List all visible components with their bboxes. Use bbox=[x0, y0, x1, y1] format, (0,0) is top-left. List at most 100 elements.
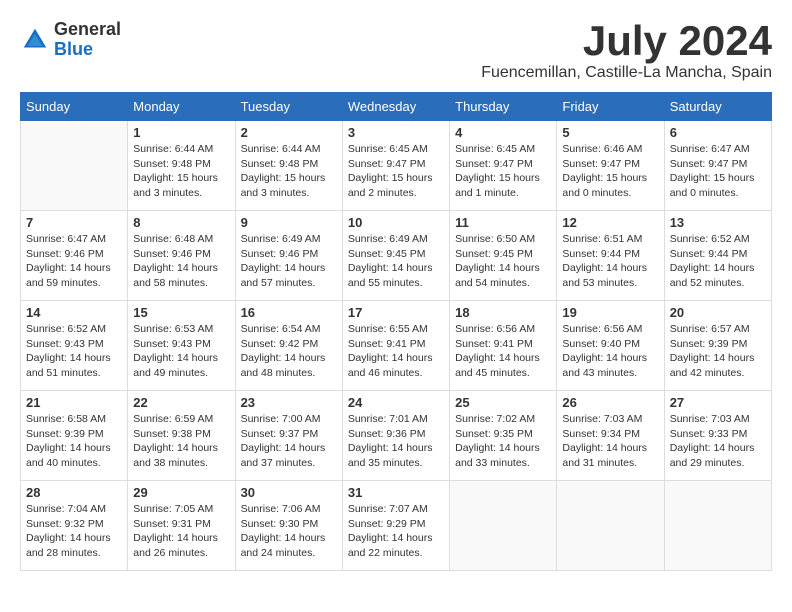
day-info: Sunrise: 6:47 AMSunset: 9:47 PMDaylight:… bbox=[670, 142, 766, 201]
day-info: Sunrise: 7:00 AMSunset: 9:37 PMDaylight:… bbox=[241, 412, 337, 471]
calendar-cell: 30Sunrise: 7:06 AMSunset: 9:30 PMDayligh… bbox=[235, 481, 342, 571]
day-number: 7 bbox=[26, 215, 122, 230]
calendar-cell: 31 Sunrise: 7:07 AMSunset: 9:29 PMDayligh… bbox=[342, 481, 449, 571]
calendar-cell: 7 Sunrise: 6:47 AMSunset: 9:46 PMDaylight… bbox=[21, 211, 128, 301]
logo-text: General Blue bbox=[54, 20, 121, 60]
day-number: 9 bbox=[241, 215, 337, 230]
day-number: 14 bbox=[26, 305, 122, 320]
calendar-week-row: 14 Sunrise: 6:52 AMSunset: 9:43 PMDayligh… bbox=[21, 301, 772, 391]
calendar-cell: 28 Sunrise: 7:04 AMSunset: 9:32 PMDayligh… bbox=[21, 481, 128, 571]
day-number: 15 bbox=[133, 305, 229, 320]
calendar-cell: 4 Sunrise: 6:45 AMSunset: 9:47 PMDaylight… bbox=[450, 121, 557, 211]
weekday-header-tuesday: Tuesday bbox=[235, 93, 342, 121]
day-number: 24 bbox=[348, 395, 444, 410]
day-number: 10 bbox=[348, 215, 444, 230]
calendar-cell: 12 Sunrise: 6:51 AMSunset: 9:44 PMDayligh… bbox=[557, 211, 664, 301]
calendar-cell: 24 Sunrise: 7:01 AMSunset: 9:36 PMDayligh… bbox=[342, 391, 449, 481]
calendar-cell: 18 Sunrise: 6:56 AMSunset: 9:41 PMDayligh… bbox=[450, 301, 557, 391]
page-header: General Blue July 2024 Fuencemillan, Cas… bbox=[20, 20, 772, 82]
weekday-header-friday: Friday bbox=[557, 93, 664, 121]
day-info: Sunrise: 6:45 AMSunset: 9:47 PMDaylight:… bbox=[348, 142, 444, 201]
logo-icon bbox=[20, 25, 50, 55]
day-info: Sunrise: 6:44 AMSunset: 9:48 PMDaylight:… bbox=[241, 142, 337, 201]
day-info: Sunrise: 6:51 AMSunset: 9:44 PMDaylight:… bbox=[562, 232, 658, 291]
logo-general-text: General bbox=[54, 20, 121, 40]
calendar-cell: 2 Sunrise: 6:44 AMSunset: 9:48 PMDaylight… bbox=[235, 121, 342, 211]
day-info: Sunrise: 6:52 AMSunset: 9:43 PMDaylight:… bbox=[26, 322, 122, 381]
day-number: 6 bbox=[670, 125, 766, 140]
calendar-cell: 21 Sunrise: 6:58 AMSunset: 9:39 PMDayligh… bbox=[21, 391, 128, 481]
day-info: Sunrise: 7:04 AMSunset: 9:32 PMDaylight:… bbox=[26, 502, 122, 561]
day-number: 2 bbox=[241, 125, 337, 140]
day-number: 3 bbox=[348, 125, 444, 140]
day-number: 13 bbox=[670, 215, 766, 230]
calendar-cell: 8Sunrise: 6:48 AMSunset: 9:46 PMDaylight… bbox=[128, 211, 235, 301]
calendar-cell: 22 Sunrise: 6:59 AMSunset: 9:38 PMDayligh… bbox=[128, 391, 235, 481]
month-title: July 2024 bbox=[481, 20, 772, 62]
day-info: Sunrise: 7:05 AMSunset: 9:31 PMDaylight:… bbox=[133, 502, 229, 561]
logo-blue-text: Blue bbox=[54, 40, 121, 60]
day-info: Sunrise: 6:48 AMSunset: 9:46 PMDaylight:… bbox=[133, 232, 229, 291]
day-number: 27 bbox=[670, 395, 766, 410]
calendar-cell: 5 Sunrise: 6:46 AMSunset: 9:47 PMDaylight… bbox=[557, 121, 664, 211]
calendar-cell: 3 Sunrise: 6:45 AMSunset: 9:47 PMDaylight… bbox=[342, 121, 449, 211]
calendar-cell: 27 Sunrise: 7:03 AMSunset: 9:33 PMDayligh… bbox=[664, 391, 771, 481]
day-number: 5 bbox=[562, 125, 658, 140]
calendar-week-row: 1 Sunrise: 6:44 AMSunset: 9:48 PMDaylight… bbox=[21, 121, 772, 211]
calendar-cell: 20 Sunrise: 6:57 AMSunset: 9:39 PMDayligh… bbox=[664, 301, 771, 391]
day-info: Sunrise: 6:55 AMSunset: 9:41 PMDaylight:… bbox=[348, 322, 444, 381]
day-number: 21 bbox=[26, 395, 122, 410]
day-number: 1 bbox=[133, 125, 229, 140]
calendar-cell bbox=[664, 481, 771, 571]
day-number: 12 bbox=[562, 215, 658, 230]
calendar-cell: 6 Sunrise: 6:47 AMSunset: 9:47 PMDaylight… bbox=[664, 121, 771, 211]
day-info: Sunrise: 6:50 AMSunset: 9:45 PMDaylight:… bbox=[455, 232, 551, 291]
calendar-cell: 23Sunrise: 7:00 AMSunset: 9:37 PMDayligh… bbox=[235, 391, 342, 481]
calendar-cell: 13 Sunrise: 6:52 AMSunset: 9:44 PMDayligh… bbox=[664, 211, 771, 301]
logo: General Blue bbox=[20, 20, 121, 60]
day-info: Sunrise: 7:01 AMSunset: 9:36 PMDaylight:… bbox=[348, 412, 444, 471]
weekday-header-sunday: Sunday bbox=[21, 93, 128, 121]
day-info: Sunrise: 7:06 AMSunset: 9:30 PMDaylight:… bbox=[241, 502, 337, 561]
day-info: Sunrise: 6:59 AMSunset: 9:38 PMDaylight:… bbox=[133, 412, 229, 471]
day-info: Sunrise: 6:46 AMSunset: 9:47 PMDaylight:… bbox=[562, 142, 658, 201]
day-info: Sunrise: 7:03 AMSunset: 9:34 PMDaylight:… bbox=[562, 412, 658, 471]
day-info: Sunrise: 6:47 AMSunset: 9:46 PMDaylight:… bbox=[26, 232, 122, 291]
day-info: Sunrise: 7:07 AMSunset: 9:29 PMDaylight:… bbox=[348, 502, 444, 561]
day-info: Sunrise: 6:56 AMSunset: 9:40 PMDaylight:… bbox=[562, 322, 658, 381]
day-number: 18 bbox=[455, 305, 551, 320]
day-number: 29 bbox=[133, 485, 229, 500]
day-info: Sunrise: 6:56 AMSunset: 9:41 PMDaylight:… bbox=[455, 322, 551, 381]
day-info: Sunrise: 7:02 AMSunset: 9:35 PMDaylight:… bbox=[455, 412, 551, 471]
weekday-header-monday: Monday bbox=[128, 93, 235, 121]
calendar-cell: 17Sunrise: 6:55 AMSunset: 9:41 PMDayligh… bbox=[342, 301, 449, 391]
day-number: 11 bbox=[455, 215, 551, 230]
calendar-week-row: 28 Sunrise: 7:04 AMSunset: 9:32 PMDayligh… bbox=[21, 481, 772, 571]
day-number: 20 bbox=[670, 305, 766, 320]
day-number: 31 bbox=[348, 485, 444, 500]
calendar-cell: 26Sunrise: 7:03 AMSunset: 9:34 PMDayligh… bbox=[557, 391, 664, 481]
day-info: Sunrise: 6:58 AMSunset: 9:39 PMDaylight:… bbox=[26, 412, 122, 471]
calendar-cell: 25Sunrise: 7:02 AMSunset: 9:35 PMDayligh… bbox=[450, 391, 557, 481]
day-info: Sunrise: 6:57 AMSunset: 9:39 PMDaylight:… bbox=[670, 322, 766, 381]
calendar-week-row: 21 Sunrise: 6:58 AMSunset: 9:39 PMDayligh… bbox=[21, 391, 772, 481]
day-number: 28 bbox=[26, 485, 122, 500]
calendar-cell: 15Sunrise: 6:53 AMSunset: 9:43 PMDayligh… bbox=[128, 301, 235, 391]
day-number: 4 bbox=[455, 125, 551, 140]
day-info: Sunrise: 6:45 AMSunset: 9:47 PMDaylight:… bbox=[455, 142, 551, 201]
calendar-cell: 9 Sunrise: 6:49 AMSunset: 9:46 PMDaylight… bbox=[235, 211, 342, 301]
day-info: Sunrise: 6:49 AMSunset: 9:46 PMDaylight:… bbox=[241, 232, 337, 291]
day-number: 22 bbox=[133, 395, 229, 410]
calendar-cell: 11 Sunrise: 6:50 AMSunset: 9:45 PMDayligh… bbox=[450, 211, 557, 301]
day-info: Sunrise: 6:44 AMSunset: 9:48 PMDaylight:… bbox=[133, 142, 229, 201]
weekday-header-wednesday: Wednesday bbox=[342, 93, 449, 121]
calendar-cell bbox=[557, 481, 664, 571]
calendar-cell: 14 Sunrise: 6:52 AMSunset: 9:43 PMDayligh… bbox=[21, 301, 128, 391]
day-info: Sunrise: 6:52 AMSunset: 9:44 PMDaylight:… bbox=[670, 232, 766, 291]
day-info: Sunrise: 6:54 AMSunset: 9:42 PMDaylight:… bbox=[241, 322, 337, 381]
title-area: July 2024 Fuencemillan, Castille-La Manc… bbox=[481, 20, 772, 82]
day-info: Sunrise: 7:03 AMSunset: 9:33 PMDaylight:… bbox=[670, 412, 766, 471]
day-number: 16 bbox=[241, 305, 337, 320]
calendar-cell: 10Sunrise: 6:49 AMSunset: 9:45 PMDayligh… bbox=[342, 211, 449, 301]
calendar-table: SundayMondayTuesdayWednesdayThursdayFrid… bbox=[20, 92, 772, 571]
